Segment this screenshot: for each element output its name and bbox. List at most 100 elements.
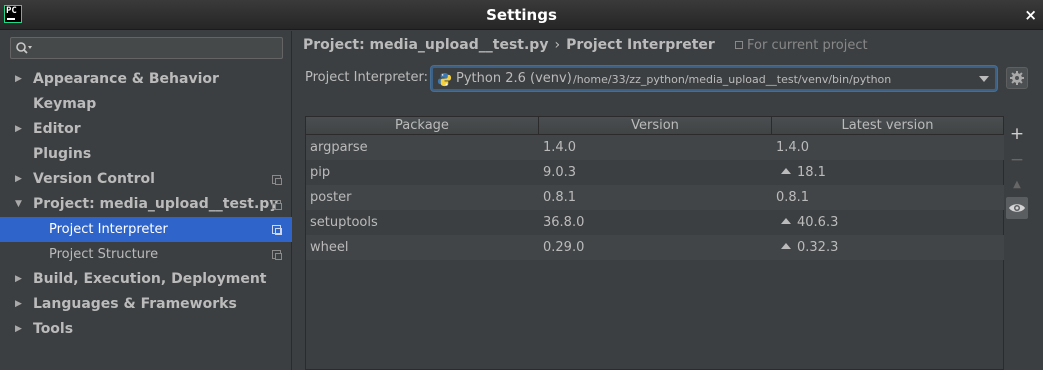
copy-icon [735,41,743,49]
collapsed-arrow-icon[interactable]: ▶ [15,117,22,142]
sidebar-item-label: Keymap [33,96,97,112]
package-cell: pip [306,160,539,185]
latest-version-cell-text: 1.4.0 [776,140,810,155]
version-cell-text: 0.29.0 [543,240,585,255]
package-cell-text: poster [310,190,352,205]
latest-version-cell: 1.4.0 [772,135,1004,160]
sidebar-item-version-control[interactable]: ▶ Version Control [0,167,292,192]
latest-version-cell: 0.8.1 [772,185,1004,210]
project-scope-icon [272,250,282,260]
package-cell-text: argparse [310,140,368,155]
table-header: Package Version Latest version [306,117,1004,135]
settings-search-input[interactable] [10,37,283,59]
python-icon [437,72,452,87]
collapsed-arrow-icon[interactable]: ▶ [15,167,22,192]
breadcrumb: Project: media_upload__test.py › Project I… [303,37,715,53]
packages-table: Package Version Latest version argparse 1… [305,116,1004,370]
package-cell: argparse [306,135,539,160]
latest-version-cell-text: 40.6.3 [797,215,839,230]
title-bar: PC Settings × [0,0,1043,30]
collapsed-arrow-icon[interactable]: ▶ [15,292,22,317]
column-header-package[interactable]: Package [306,117,539,134]
sidebar-item-project-interpreter[interactable]: Project Interpreter [0,217,292,242]
upgrade-available-icon [781,218,791,224]
sidebar-item-plugins[interactable]: Plugins [0,142,292,167]
breadcrumb-page: Project Interpreter [566,37,715,53]
project-scope-icon [272,200,282,210]
upgrade-package-button[interactable]: ▲ [1006,174,1028,196]
sidebar-item-label: Build, Execution, Deployment [33,271,267,287]
latest-version-cell: 40.6.3 [772,210,1004,235]
upgrade-available-icon [781,243,791,249]
package-cell-text: pip [310,165,331,180]
package-cell: wheel [306,235,539,260]
table-body: argparse 1.4.0 1.4.0 pip 9.0.3 18.1 poster 0.8.… [306,135,1004,260]
sidebar-item-label: Project Structure [49,247,159,262]
sidebar-item-label: Editor [33,121,81,137]
collapsed-arrow-icon[interactable]: ▶ [15,67,22,92]
sidebar-item-tools[interactable]: ▶ Tools [0,317,292,342]
sidebar-item-appearance-behavior[interactable]: ▶ Appearance & Behavior [0,67,292,92]
sidebar-item-build-execution-deployment[interactable]: ▶ Build, Execution, Deployment [0,267,292,292]
version-cell: 36.8.0 [539,210,772,235]
sidebar-item-label: Project: media_upload__test.py [33,196,279,212]
version-cell-text: 0.8.1 [543,190,577,205]
sidebar-item-project-structure[interactable]: Project Structure [0,242,292,267]
latest-version-cell-text: 0.32.3 [797,240,839,255]
column-header-version[interactable]: Version [539,117,772,134]
collapsed-arrow-icon[interactable]: ▶ [15,267,22,292]
version-cell-text: 36.8.0 [543,215,585,230]
sidebar-item-label: Plugins [33,146,92,162]
latest-version-cell-text: 18.1 [797,165,826,180]
expanded-arrow-icon[interactable]: ▼ [15,192,22,217]
search-icon [16,42,32,54]
version-cell: 1.4.0 [539,135,772,160]
latest-version-cell: 18.1 [772,160,1004,185]
sidebar-item-label: Project Interpreter [49,222,168,237]
sidebar-item-keymap[interactable]: Keymap [0,92,292,117]
version-cell: 0.8.1 [539,185,772,210]
version-cell-text: 9.0.3 [543,165,577,180]
chevron-down-icon [979,76,989,82]
table-row[interactable]: argparse 1.4.0 1.4.0 [306,135,1004,160]
version-cell: 0.29.0 [539,235,772,260]
remove-package-button[interactable]: − [1006,149,1028,171]
project-scope-icon [272,175,282,185]
latest-version-cell: 0.32.3 [772,235,1004,260]
package-cell: setuptools [306,210,539,235]
table-row[interactable]: setuptools 36.8.0 40.6.3 [306,210,1004,235]
breadcrumb-separator: › [554,37,561,53]
settings-sidebar: ▶ Appearance & Behavior Keymap ▶ Editor Plugi… [0,31,292,370]
table-row[interactable]: poster 0.8.1 0.8.1 [306,185,1004,210]
package-cell-text: wheel [310,240,349,255]
version-cell: 9.0.3 [539,160,772,185]
scope-note: For current project [735,38,868,53]
package-cell-text: setuptools [310,215,378,230]
packages-toolbar: + − ▲ [1005,116,1030,370]
sidebar-item-label: Languages & Frameworks [33,296,237,312]
interpreter-settings-button[interactable] [1006,67,1028,89]
add-package-button[interactable]: + [1006,123,1028,145]
show-early-releases-button[interactable] [1006,197,1028,219]
eye-icon [1009,204,1025,212]
project-scope-icon [272,225,282,235]
package-cell: poster [306,185,539,210]
interpreter-select[interactable]: Python 2.6 (venv) /home/33/zz_python/med… [431,66,997,91]
table-row[interactable]: pip 9.0.3 18.1 [306,160,1004,185]
sidebar-item-languages-frameworks[interactable]: ▶ Languages & Frameworks [0,292,292,317]
interpreter-name: Python 2.6 (venv) [456,71,572,86]
main-panel: Project: media_upload__test.py › Project I… [293,31,1043,370]
column-header-latest-version[interactable]: Latest version [772,117,1004,134]
interpreter-path: /home/33/zz_python/media_upload__test/ve… [573,73,892,86]
settings-tree: ▶ Appearance & Behavior Keymap ▶ Editor Plugi… [0,67,292,342]
close-button[interactable]: × [1024,6,1037,24]
sidebar-item-project-media-upload-test-py[interactable]: ▼ Project: media_upload__test.py [0,192,292,217]
scope-note-label: For current project [747,38,868,53]
breadcrumb-project: Project: media_upload__test.py [303,37,549,53]
sidebar-item-editor[interactable]: ▶ Editor [0,117,292,142]
table-row[interactable]: wheel 0.29.0 0.32.3 [306,235,1004,260]
gear-icon [1010,71,1024,85]
collapsed-arrow-icon[interactable]: ▶ [15,317,22,342]
sidebar-item-label: Version Control [33,171,155,187]
window-title: Settings [486,6,557,24]
